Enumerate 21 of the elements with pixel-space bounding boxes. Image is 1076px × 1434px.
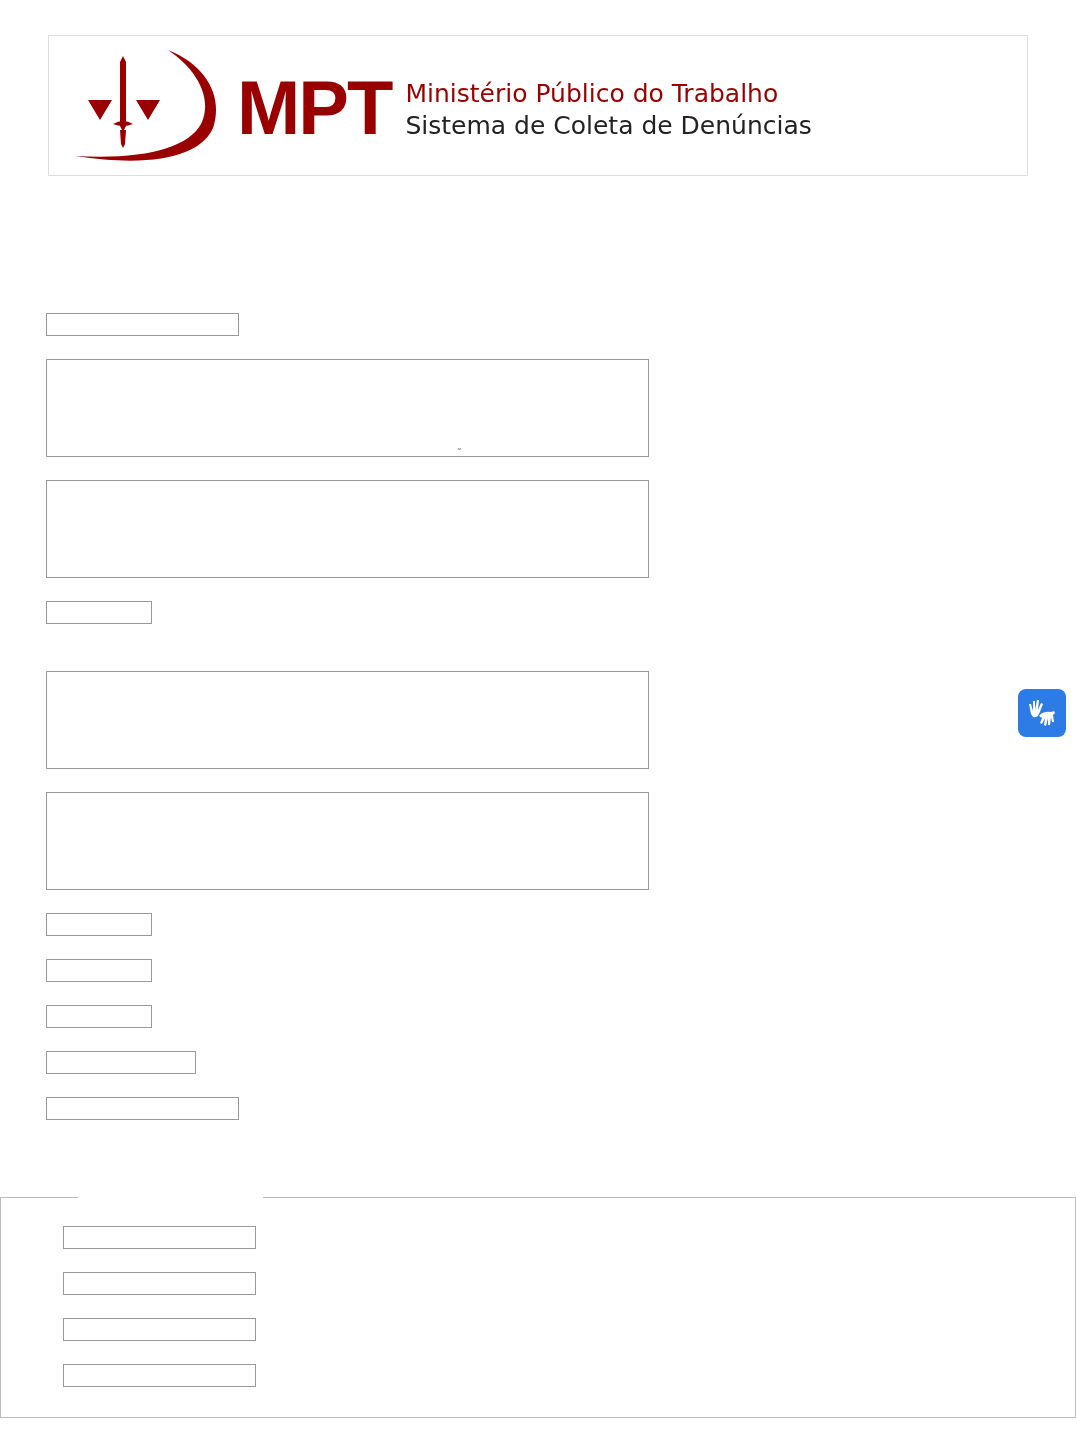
- input-field[interactable]: [46, 1051, 196, 1074]
- input-field[interactable]: [46, 913, 152, 936]
- input-field[interactable]: [63, 1272, 256, 1295]
- input-field[interactable]: [63, 1226, 256, 1249]
- logo-acronym: MPT: [237, 69, 392, 146]
- input-field[interactable]: [63, 1318, 256, 1341]
- text-area[interactable]: [46, 359, 649, 457]
- system-subtitle: Sistema de Coleta de Denúncias: [405, 110, 812, 141]
- input-field[interactable]: [63, 1364, 256, 1387]
- tilde-mark: ˜: [457, 447, 462, 457]
- text-area[interactable]: [46, 671, 649, 769]
- sign-language-button[interactable]: [1018, 689, 1066, 737]
- input-field[interactable]: [46, 313, 239, 336]
- hands-icon: [1027, 698, 1057, 728]
- input-field[interactable]: [46, 1097, 239, 1120]
- input-field[interactable]: [46, 959, 152, 982]
- input-field[interactable]: [46, 601, 152, 624]
- input-field[interactable]: [46, 1005, 152, 1028]
- text-area[interactable]: [46, 480, 649, 578]
- text-area[interactable]: [46, 792, 649, 890]
- organization-title: Ministério Público do Trabalho: [405, 78, 780, 109]
